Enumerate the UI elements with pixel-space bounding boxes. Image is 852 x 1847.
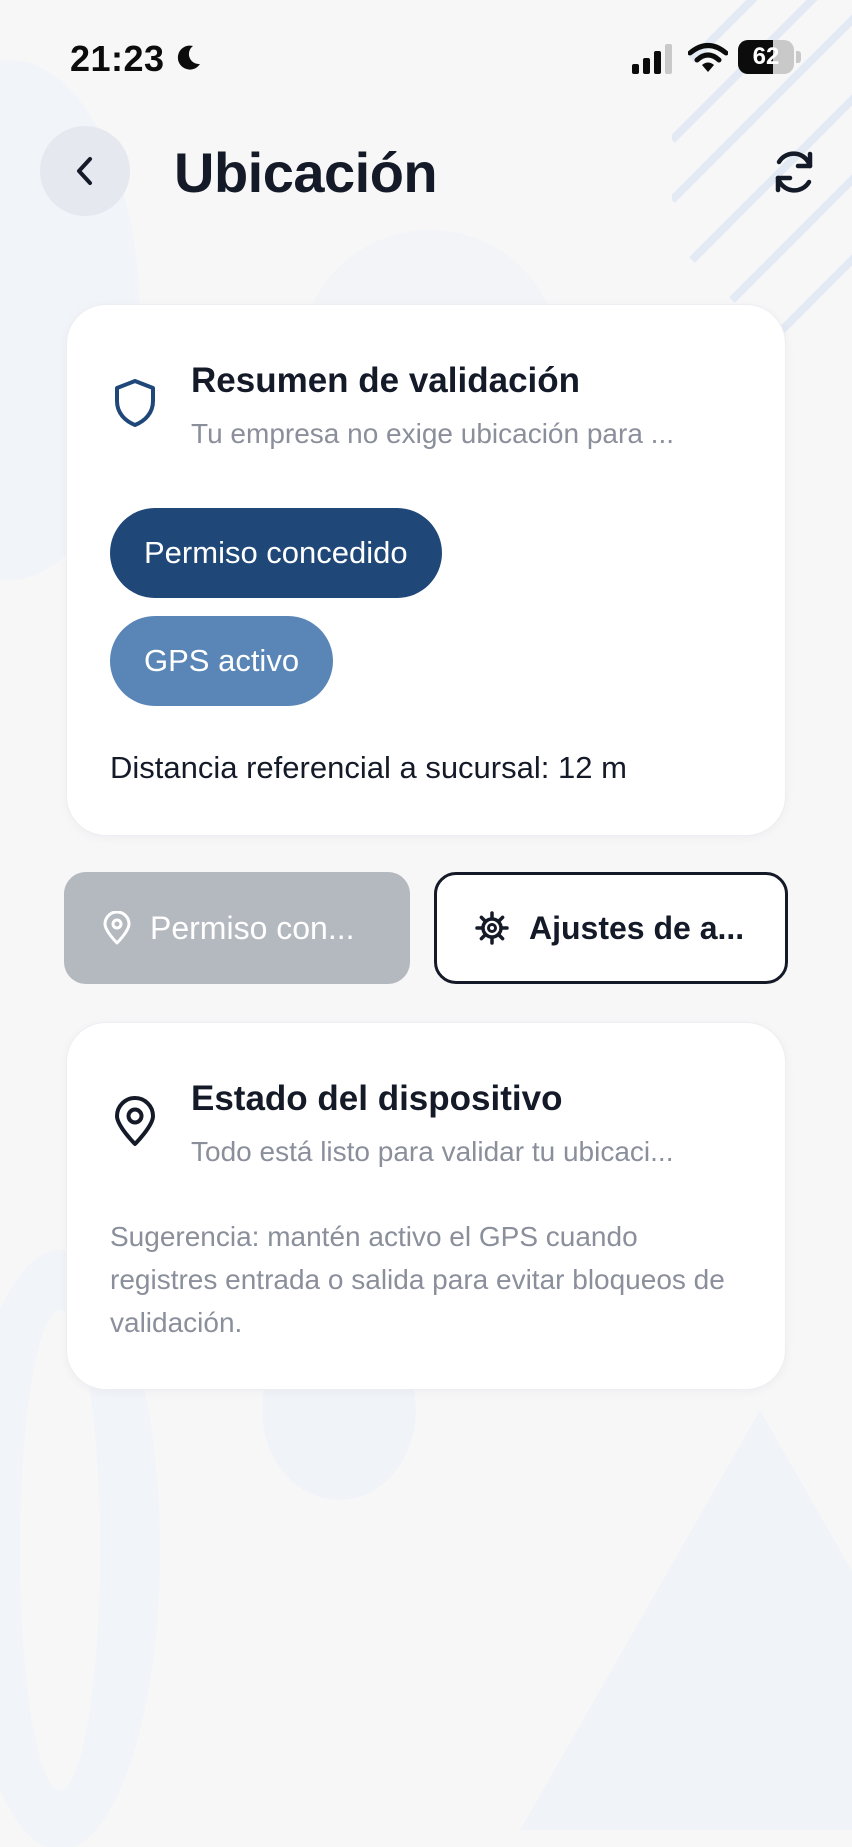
battery-percentage: 62 [752,43,780,70]
permission-button-label: Permiso con... [150,909,355,946]
app-settings-button[interactable]: Ajustes de a... [434,872,788,984]
battery-icon: 62 [738,40,802,74]
app-settings-button-label: Ajustes de a... [529,909,745,946]
status-bar: 21:23 62 [0,0,852,120]
chevron-left-icon [77,157,92,185]
moon-icon [177,45,200,70]
signal-icon [632,44,672,74]
permission-granted-chip: Permiso concedido [110,508,442,598]
summary-title: Resumen de validación [191,361,581,400]
gps-suggestion-text: Sugerencia: mantén activo el GPS cuando … [110,1221,725,1338]
permission-button[interactable]: Permiso con... [64,872,410,984]
gps-active-chip: GPS activo [110,616,334,706]
summary-subtitle: Tu empresa no exige ubicación para ... [191,418,675,449]
page-title: Ubicación [174,141,438,204]
action-buttons: Permiso con... Ajustes de a... [64,872,788,984]
device-status-card: Estado del dispositivo Todo está listo p… [66,1022,786,1390]
shield-icon [115,379,155,427]
device-status-subtitle: Todo está listo para validar tu ubicaci.… [191,1136,674,1167]
refresh-icon [775,151,813,193]
refresh-button[interactable] [762,140,826,204]
location-pin-icon [103,911,131,945]
wifi-icon [688,43,728,72]
validation-summary-card: Resumen de validación Tu empresa no exig… [66,304,786,836]
back-button[interactable] [40,126,130,216]
branch-distance: Distancia referencial a sucursal: 12 m [110,750,627,785]
location-pin-icon [115,1096,155,1146]
gear-icon [475,911,509,945]
status-time: 21:23 [70,38,165,79]
device-status-title: Estado del dispositivo [191,1079,563,1118]
